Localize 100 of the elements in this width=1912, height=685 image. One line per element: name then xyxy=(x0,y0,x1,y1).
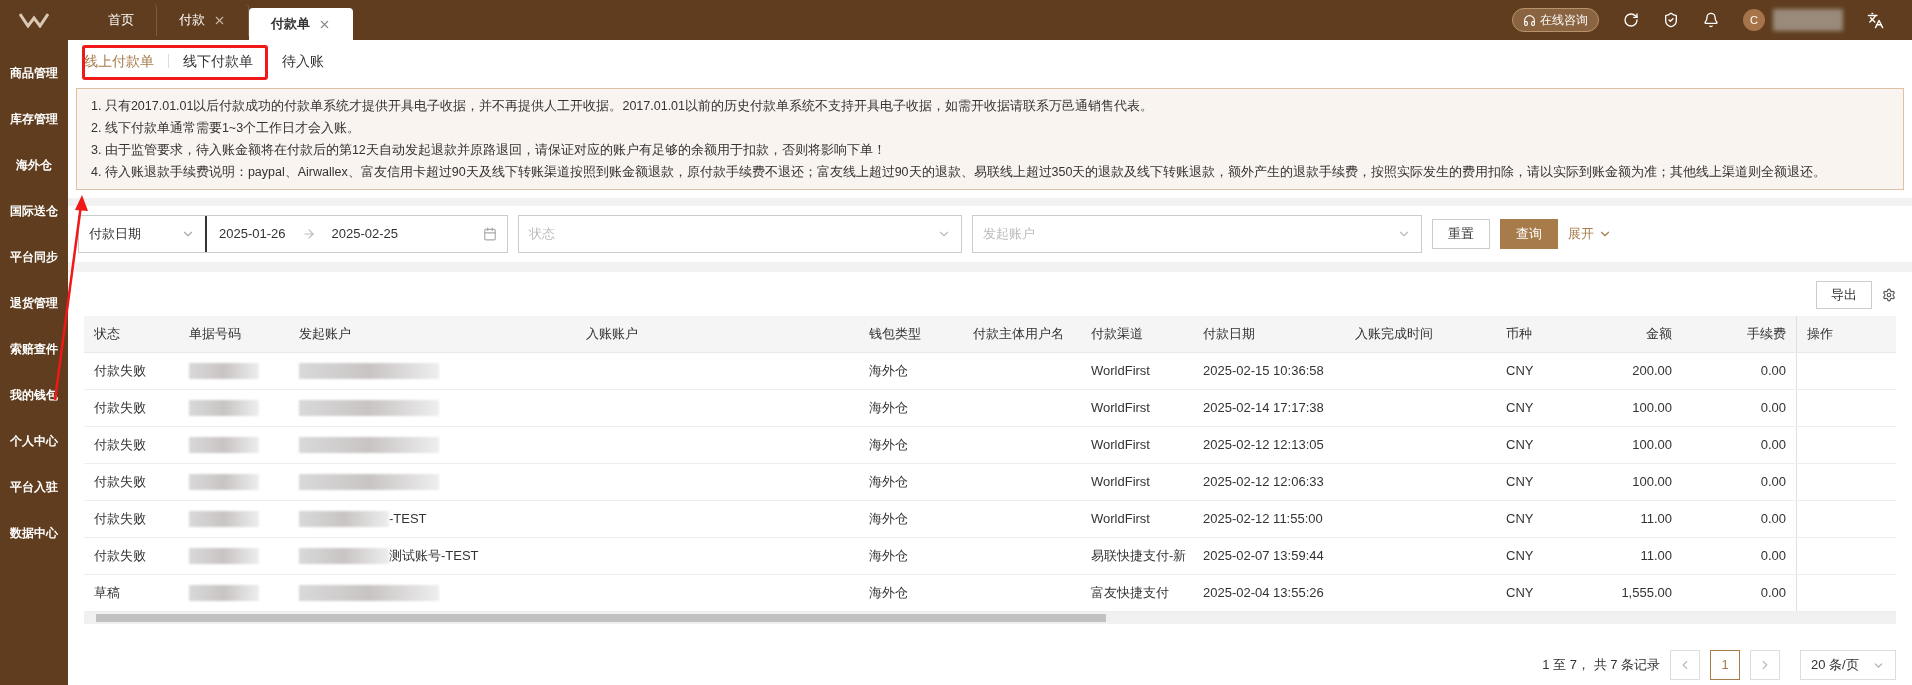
table-cell-text: 0.00 xyxy=(1760,473,1786,492)
online-consult-button[interactable]: 在线咨询 xyxy=(1512,8,1599,32)
table-cell-text: 0.00 xyxy=(1760,399,1786,418)
table-cell-text: 2025-02-12 12:13:05 xyxy=(1203,436,1324,455)
page-size-select[interactable]: 20 条/页 xyxy=(1800,650,1896,680)
table-cell-text: 海外仓 xyxy=(869,399,908,418)
table-cell-text: 海外仓 xyxy=(869,584,908,603)
table-cell-text: 0.00 xyxy=(1760,510,1786,529)
column-header: 付款渠道 xyxy=(1090,325,1144,344)
table-cell-text: 0.00 xyxy=(1760,547,1786,566)
table-cell-text: 0.00 xyxy=(1760,362,1786,381)
sub-tab[interactable]: 线下付款单 xyxy=(183,50,253,72)
sidebar-item[interactable]: 库存管理 xyxy=(0,96,68,142)
table-cell-text: CNY xyxy=(1506,473,1534,492)
column-header: 付款主体用户名 xyxy=(972,325,1065,344)
table-cell-text: 付款失败 xyxy=(94,399,146,418)
table-cell-text: 200.00 xyxy=(1632,362,1672,381)
sidebar-item[interactable]: 个人中心 xyxy=(0,418,68,464)
table-cell-text: 付款失败 xyxy=(94,547,146,566)
column-header: 手续费 xyxy=(1746,325,1787,344)
table-cell-text: 0.00 xyxy=(1760,584,1786,603)
page-tab[interactable]: 付款单 xyxy=(249,8,353,40)
export-button[interactable]: 导出 xyxy=(1816,281,1872,309)
shield-icon[interactable] xyxy=(1663,12,1679,28)
table-cell-text: 海外仓 xyxy=(869,436,908,455)
table-cell-text: 100.00 xyxy=(1632,399,1672,418)
table-cell-text: 付款失败 xyxy=(94,510,146,529)
table-cell-text: 2025-02-07 13:59:44 xyxy=(1203,547,1324,566)
column-header: 单据号码 xyxy=(188,325,242,344)
search-button[interactable]: 查询 xyxy=(1500,219,1558,249)
table-cell-text: 海外仓 xyxy=(869,362,908,381)
redacted-username xyxy=(1773,9,1843,31)
notice-text: 4. 待入账退款手续费说明：paypal、Airwallex、富友信用卡超过90天及线下转账渠道按照到账金额退款，原付款手续费不退还；富友线上超过90天的退款、易联线上超过350天的退款及线下转账退款，额外产生的退款手续费，按照实际发生的费用扣除，请以实际到账金额为准；其他线上渠道则全额退还。 xyxy=(91,164,1828,181)
table-cell-text: WorldFirst xyxy=(1091,362,1150,381)
reset-button[interactable]: 重置 xyxy=(1432,219,1490,249)
refresh-icon[interactable] xyxy=(1623,12,1639,28)
table-cell-text: 100.00 xyxy=(1632,473,1672,492)
table-cell-text: CNY xyxy=(1506,584,1534,603)
table-cell-text: 11.00 xyxy=(1640,510,1672,529)
table-cell-text: CNY xyxy=(1506,362,1534,381)
pagination-summary: 1 至 7， 共 7 条记录 xyxy=(1542,656,1660,675)
table-cell-text: 2025-02-12 12:06:33 xyxy=(1203,473,1324,492)
column-header: 状态 xyxy=(93,325,121,344)
sidebar-item[interactable]: 海外仓 xyxy=(0,142,68,188)
notice-text: 1. 只有2017.01.01以后付款成功的付款单系统才提供开具电子收据，并不再提供人工开收据。2017.01.01以前的历史付款单系统不支持开具电子收据，如需开收据请联系万邑通销售代表。 xyxy=(91,98,1155,115)
table-cell-text: WorldFirst xyxy=(1091,436,1150,455)
table-cell-text: 0.00 xyxy=(1760,436,1786,455)
horizontal-scrollbar[interactable] xyxy=(84,612,1896,624)
headset-icon xyxy=(1523,13,1536,27)
table-cell-text: 易联快捷支付-新 xyxy=(1091,547,1187,566)
table-cell-text: CNY xyxy=(1506,436,1534,455)
settings-icon[interactable] xyxy=(1882,288,1896,302)
table-cell-text: 2025-02-15 10:36:58 xyxy=(1203,362,1324,381)
page-tab[interactable]: 首页 xyxy=(86,4,157,36)
table-cell-text: 草稿 xyxy=(94,584,120,603)
table-cell-text: CNY xyxy=(1506,399,1534,418)
table-cell-text: CNY xyxy=(1506,510,1534,529)
bell-icon[interactable] xyxy=(1703,12,1719,28)
column-header: 钱包类型 xyxy=(868,325,922,344)
sidebar-item[interactable]: 退货管理 xyxy=(0,280,68,326)
table-cell-text: 海外仓 xyxy=(869,510,908,529)
notice-text: 2. 线下付款单通常需要1~3个工作日才会入账。 xyxy=(91,120,362,137)
table-cell-text: 100.00 xyxy=(1632,436,1672,455)
column-header: 入账完成时间 xyxy=(1354,325,1434,344)
column-header: 付款日期 xyxy=(1202,325,1256,344)
sidebar-item[interactable]: 索赔查件 xyxy=(0,326,68,372)
table-cell-text: WorldFirst xyxy=(1091,473,1150,492)
table-cell-text: 富友快捷支付 xyxy=(1091,584,1169,603)
table-cell-text: 2025-02-14 17:17:38 xyxy=(1203,399,1324,418)
table-cell-text: WorldFirst xyxy=(1091,510,1150,529)
sub-tab[interactable]: 待入账 xyxy=(282,50,324,72)
calendar-icon xyxy=(483,227,497,241)
table-cell-text: WorldFirst xyxy=(1091,399,1150,418)
sidebar-item[interactable]: 数据中心 xyxy=(0,510,68,556)
column-header: 发起账户 xyxy=(298,325,352,344)
table-cell-text: 2025-02-04 13:55:26 xyxy=(1203,584,1324,603)
table-cell-text: CNY xyxy=(1506,547,1534,566)
sidebar-item[interactable]: 商品管理 xyxy=(0,50,68,96)
table-cell-text: 11.00 xyxy=(1640,547,1672,566)
sidebar-item[interactable]: 平台入驻 xyxy=(0,464,68,510)
sidebar-item[interactable]: 国际送仓 xyxy=(0,188,68,234)
sub-tab[interactable]: 线上付款单 xyxy=(84,50,154,72)
column-header: 操作 xyxy=(1796,316,1891,352)
expand-link[interactable]: 展开 xyxy=(1568,224,1612,244)
table-cell-text: 1,555.00 xyxy=(1621,584,1672,603)
sidebar-item[interactable]: 平台同步 xyxy=(0,234,68,280)
column-header: 金额 xyxy=(1645,325,1673,344)
table-cell-text: 海外仓 xyxy=(869,547,908,566)
date-range-field[interactable]: 付款日期 2025-01-26 2025-02-25 xyxy=(78,215,508,253)
logo-icon xyxy=(19,12,49,28)
notice-text: 3. 由于监管要求，待入账金额将在付款后的第12天自动发起退款并原路退回，请保证对应的账户有足够的余额用于扣款，否则将影响下单！ xyxy=(91,142,887,159)
page-button[interactable]: 1 xyxy=(1710,650,1740,680)
table-cell-text: 测试账号-TEST xyxy=(389,547,479,566)
table-cell-text: 付款失败 xyxy=(94,362,146,381)
table-cell-text: 2025-02-12 11:55:00 xyxy=(1203,510,1323,529)
column-header: 币种 xyxy=(1505,325,1533,344)
table-cell-text: -TEST xyxy=(389,510,427,529)
table-cell-text: 海外仓 xyxy=(869,473,908,492)
user-avatar[interactable]: C xyxy=(1743,9,1765,31)
translate-icon[interactable] xyxy=(1867,11,1884,29)
